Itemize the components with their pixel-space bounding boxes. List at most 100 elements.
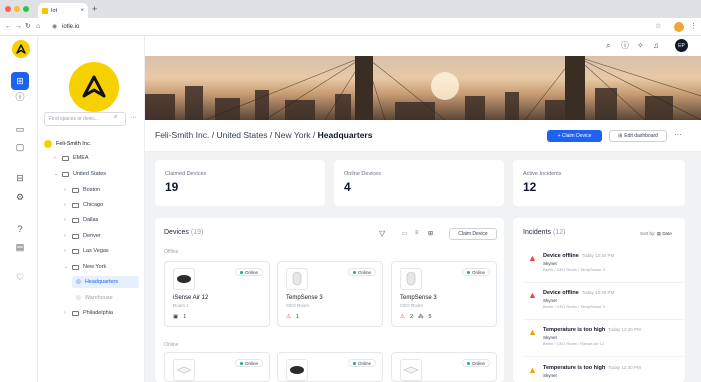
browser-profile-avatar[interactable]: [674, 22, 684, 32]
home-icon[interactable]: ⌂: [36, 21, 40, 33]
tree-item-las-vegas[interactable]: › Las Vegas: [64, 245, 140, 257]
help-icon[interactable]: ?: [14, 223, 26, 235]
device-card[interactable]: Online: [277, 352, 383, 382]
browser-tab[interactable]: Iot ×: [38, 3, 88, 18]
incident-source: Skynet: [543, 335, 557, 340]
search-icon[interactable]: ⌕: [606, 40, 610, 52]
devices-claim-button[interactable]: Claim Device: [449, 228, 497, 240]
incident-path: Berlin / CEO Room / iSense Air 12: [543, 341, 604, 346]
breadcrumb-item[interactable]: Feli-Smith Inc.: [155, 130, 209, 140]
new-tab-button[interactable]: +: [92, 3, 97, 15]
tree-item-chicago[interactable]: › Chicago: [64, 199, 140, 211]
device-card[interactable]: Online: [164, 352, 270, 382]
device-location: CEO Room: [286, 303, 310, 308]
claim-device-button[interactable]: + Claim Device: [547, 130, 602, 142]
location-icon: ◎: [76, 279, 81, 285]
stat-card-online: Online Devices 4: [334, 160, 504, 206]
tree-more-icon[interactable]: ···: [130, 112, 137, 124]
grid-icon: ⊞: [618, 133, 623, 139]
incident-title: Temperature is too high Today 12:40 PM: [543, 365, 641, 371]
tree-item-philadelphia[interactable]: › Philadelphia: [64, 307, 140, 319]
site-info-icon[interactable]: ◉: [52, 21, 57, 33]
status-badge: Online: [461, 268, 490, 276]
settings-icon[interactable]: ⚙: [14, 191, 26, 203]
offline-section-label: Offline: [164, 249, 179, 255]
incident-item[interactable]: ▲ Temperature is too high Today 12:40 PM …: [525, 362, 683, 382]
url-input[interactable]: iotle.io: [62, 21, 79, 33]
device-footer: ▣ 1: [173, 314, 186, 320]
devices-title: Devices (19): [164, 229, 203, 236]
tree-item-label: Las Vegas: [83, 248, 109, 254]
breadcrumb-item[interactable]: United States: [216, 130, 267, 140]
device-card[interactable]: Online iSense Air 12 Room 1 ▣ 1: [164, 261, 270, 327]
bulb-icon[interactable]: ♡: [14, 271, 26, 283]
sort-control[interactable]: Sort by: ▦ Date: [640, 231, 672, 237]
chat-icon[interactable]: ▭: [14, 123, 26, 135]
devices-count: (19): [190, 229, 204, 236]
device-card[interactable]: Online TempSense 3 CEO Room ⚠ 2 ⁂ 5: [391, 261, 497, 327]
box-icon[interactable]: ⊟: [14, 172, 26, 184]
tree-item-dallas[interactable]: › Dallas: [64, 214, 140, 226]
breadcrumb-item[interactable]: New York: [275, 130, 311, 140]
view-grid-icon[interactable]: ⊞: [428, 230, 433, 237]
window-close-dot[interactable]: [5, 6, 11, 12]
back-icon[interactable]: ←: [5, 21, 12, 33]
folder-icon[interactable]: ▢: [14, 141, 26, 153]
folder-icon: [62, 155, 69, 161]
folder-icon: [72, 217, 79, 223]
tree-item-new-york[interactable]: ⌄ New York: [64, 261, 140, 273]
tree-item-boston[interactable]: › Boston: [64, 184, 140, 196]
tree-item-headquarters[interactable]: ◎ Headquarters: [72, 276, 139, 288]
tree-item-label: Dallas: [83, 217, 99, 223]
more-options-icon[interactable]: ···: [674, 130, 682, 140]
device-card[interactable]: Online: [391, 352, 497, 382]
device-image: [286, 268, 308, 290]
tree-root[interactable]: Feli-Smith Inc.: [44, 138, 140, 150]
folder-open-icon: [72, 264, 79, 270]
tree-item-label: Denver: [83, 233, 101, 239]
bell-icon[interactable]: ♫: [653, 40, 659, 52]
incident-item[interactable]: ▲ Device offline Today 12:40 PM Skynet Be…: [525, 250, 683, 286]
view-compact-icon[interactable]: ▭: [402, 230, 408, 237]
edit-dashboard-button[interactable]: ⊞ Edit dashboard: [609, 130, 667, 142]
window-maximize-dot[interactable]: [23, 6, 29, 12]
status-label: Online: [357, 269, 371, 275]
stat-value: 12: [523, 180, 537, 194]
tree-item-label: Boston: [83, 187, 101, 193]
incident-title: Temperature is too high Today 12:40 PM: [543, 327, 641, 333]
alert-icon[interactable]: ⓘ: [14, 90, 26, 102]
bookmark-star-icon[interactable]: ☆: [655, 21, 661, 33]
incident-title-text: Device offline: [543, 253, 579, 259]
logo-icon[interactable]: [12, 40, 30, 58]
tab-close-icon[interactable]: ×: [80, 8, 84, 14]
window-minimize-dot[interactable]: [14, 6, 20, 12]
sparkle-icon[interactable]: ✧: [637, 40, 644, 52]
incident-item[interactable]: ▲ Temperature is too high Today 12:40 PM …: [525, 324, 683, 360]
tree-item-label: Headquarters: [84, 279, 119, 285]
tree-item-label: New York: [83, 264, 107, 270]
message-icon[interactable]: ▤: [14, 241, 26, 253]
help-icon[interactable]: ⓘ: [621, 40, 629, 52]
tree-item-emea[interactable]: › EMEA: [54, 152, 140, 164]
tab-title: Iot: [51, 7, 58, 14]
browser-menu-icon[interactable]: ⋮: [690, 21, 697, 33]
tree-item-united-states[interactable]: ⌄ United States: [54, 168, 140, 180]
incident-item[interactable]: ▲ Device offline Today 12:40 PM Skynet Be…: [525, 287, 683, 323]
breadcrumb-separator: /: [211, 130, 215, 140]
device-card[interactable]: Online TempSense 3 CEO Room ⚠ 1: [277, 261, 383, 327]
app-top-bar: [145, 36, 701, 56]
incident-title-text: Temperature is too high: [543, 327, 606, 333]
filter-icon[interactable]: ▽: [379, 229, 385, 238]
reload-icon[interactable]: ↻: [25, 21, 31, 33]
online-dot-icon: [352, 361, 356, 365]
view-list-icon[interactable]: ≡: [415, 230, 419, 236]
status-badge: Online: [234, 359, 263, 367]
user-avatar[interactable]: EP: [675, 39, 688, 52]
incident-source: Skynet: [543, 261, 557, 266]
tree-item-label: EMEA: [73, 155, 89, 161]
tree-item-warehouse[interactable]: ◎ Warehouse: [72, 292, 139, 304]
forward-icon[interactable]: →: [15, 21, 22, 33]
online-dot-icon: [466, 270, 470, 274]
dashboard-icon[interactable]: ⊞: [11, 72, 29, 90]
tree-item-denver[interactable]: › Denver: [64, 230, 140, 242]
